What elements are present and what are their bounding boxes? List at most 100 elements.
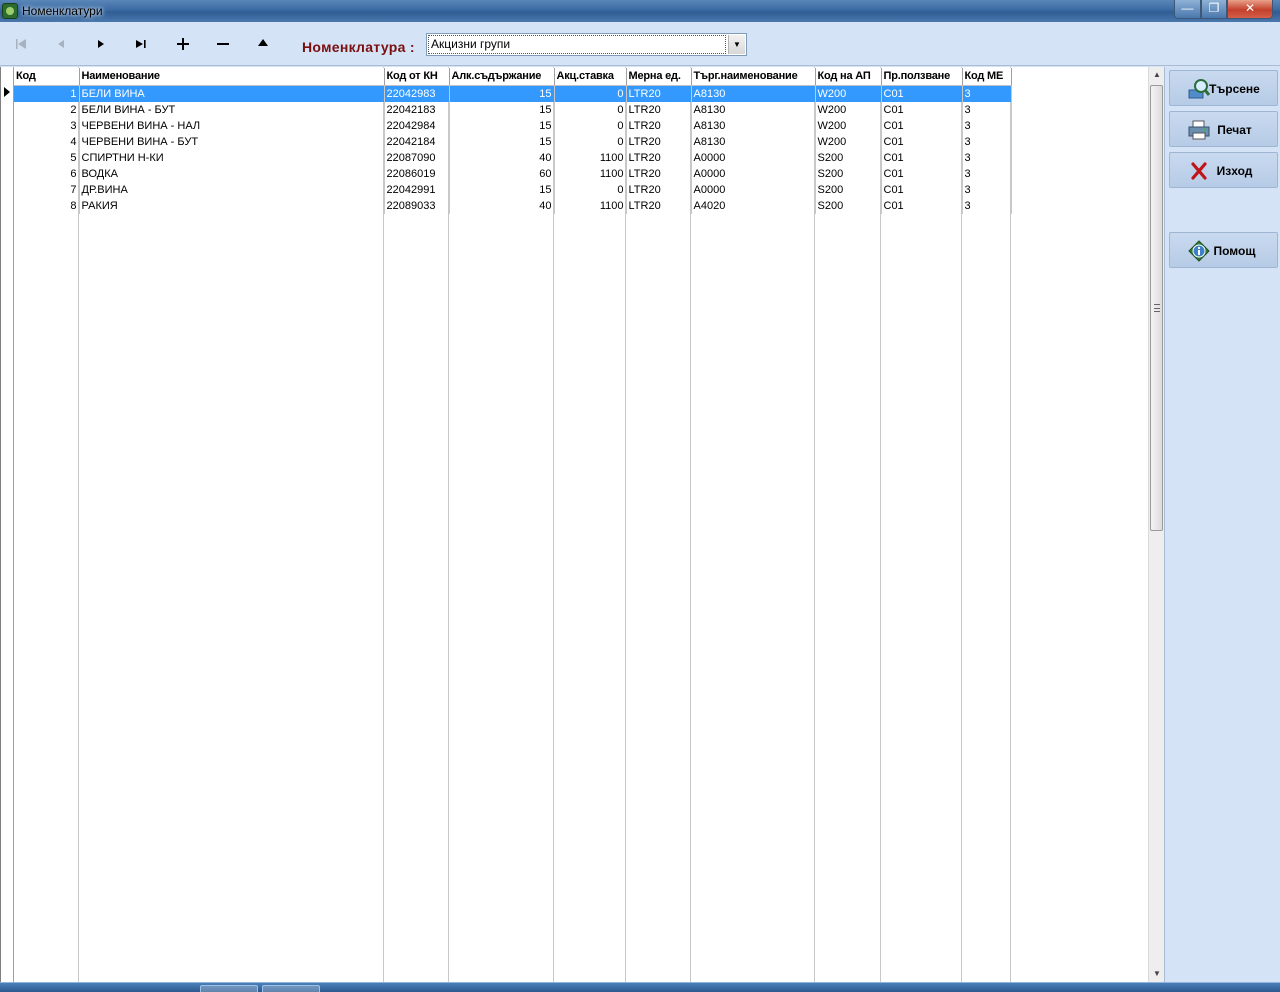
table-cell[interactable]: S200 (815, 165, 882, 182)
table-cell[interactable]: A8130 (691, 117, 816, 134)
help-button[interactable]: Помощ (1169, 232, 1278, 268)
table-cell[interactable]: LTR20 (626, 133, 692, 150)
table-cell[interactable]: 3 (962, 197, 1012, 214)
data-grid[interactable]: Код Наименование Код от КН Алк.съдържание Ак… (0, 67, 1148, 982)
table-cell[interactable]: 15 (449, 101, 555, 118)
table-cell[interactable]: 15 (449, 85, 555, 102)
table-cell[interactable]: LTR20 (626, 85, 692, 102)
table-cell[interactable]: LTR20 (626, 197, 692, 214)
table-cell[interactable]: 1100 (554, 165, 627, 182)
column-header[interactable]: Код МЕ (962, 68, 1012, 86)
table-cell[interactable]: A4020 (691, 197, 816, 214)
table-cell[interactable]: 0 (554, 181, 627, 198)
table-cell[interactable]: C01 (881, 197, 963, 214)
table-cell[interactable]: A8130 (691, 133, 816, 150)
table-cell[interactable]: C01 (881, 101, 963, 118)
table-cell[interactable]: 0 (554, 101, 627, 118)
table-cell[interactable]: 3 (962, 165, 1012, 182)
table-cell[interactable]: 3 (962, 117, 1012, 134)
column-header[interactable]: Код от КН (384, 68, 450, 86)
table-cell[interactable]: ЧЕРВЕНИ ВИНА - БУТ (79, 133, 385, 150)
table-cell[interactable]: C01 (881, 133, 963, 150)
table-cell[interactable]: 4 (14, 133, 80, 150)
table-cell[interactable]: 40 (449, 149, 555, 166)
delete-record-button[interactable] (208, 32, 238, 56)
table-cell[interactable]: LTR20 (626, 165, 692, 182)
table-cell[interactable]: W200 (815, 133, 882, 150)
table-cell[interactable]: 22042183 (384, 101, 450, 118)
table-cell[interactable]: A8130 (691, 101, 816, 118)
scroll-down-arrow-icon[interactable]: ▼ (1149, 966, 1165, 982)
table-cell[interactable]: C01 (881, 181, 963, 198)
table-cell[interactable]: A0000 (691, 181, 816, 198)
table-cell[interactable]: ДР.ВИНА (79, 181, 385, 198)
move-up-button[interactable] (248, 32, 278, 56)
column-header[interactable]: Код на АП (815, 68, 882, 86)
table-cell[interactable]: 0 (554, 133, 627, 150)
table-cell[interactable]: S200 (815, 181, 882, 198)
column-header[interactable]: Алк.съдържание (449, 68, 555, 86)
table-cell[interactable]: LTR20 (626, 181, 692, 198)
table-cell[interactable]: LTR20 (626, 149, 692, 166)
table-cell[interactable]: C01 (881, 117, 963, 134)
column-header[interactable]: Наименование (79, 68, 385, 86)
table-cell[interactable]: W200 (815, 117, 882, 134)
table-cell[interactable]: ЧЕРВЕНИ ВИНА - НАЛ (79, 117, 385, 134)
vertical-scrollbar[interactable]: ▲ ▼ (1148, 67, 1164, 982)
table-cell[interactable]: 22042991 (384, 181, 450, 198)
table-cell[interactable]: 15 (449, 133, 555, 150)
column-header[interactable]: Търг.наименование (691, 68, 816, 86)
table-cell[interactable]: 22087090 (384, 149, 450, 166)
column-header[interactable]: Код (14, 68, 80, 86)
scrollbar-thumb[interactable] (1150, 85, 1163, 531)
table-cell[interactable]: A0000 (691, 165, 816, 182)
table-cell[interactable]: LTR20 (626, 101, 692, 118)
table-cell[interactable]: 7 (14, 181, 80, 198)
table-row[interactable]: 6 ВОДКА 22086019 60 1100 LTR20 A0000 S200 C01 3 (14, 165, 1012, 182)
table-cell[interactable]: 22042983 (384, 85, 450, 102)
table-row[interactable]: 8 РАКИЯ 22089033 40 1100 LTR20 A4020 S200 C01 3 (14, 197, 1012, 214)
table-cell[interactable]: 15 (449, 117, 555, 134)
table-cell[interactable]: 6 (14, 165, 80, 182)
column-header[interactable]: Акц.ставка (554, 68, 627, 86)
table-cell[interactable]: A8130 (691, 85, 816, 102)
first-record-button[interactable] (6, 32, 36, 56)
search-button[interactable]: Търсене (1169, 70, 1278, 106)
table-cell[interactable]: 22042184 (384, 133, 450, 150)
prev-record-button[interactable] (46, 32, 76, 56)
table-cell[interactable]: 3 (962, 85, 1012, 102)
table-cell[interactable]: БЕЛИ ВИНА - БУТ (79, 101, 385, 118)
taskbar-item[interactable] (262, 985, 320, 992)
table-cell[interactable]: 3 (14, 117, 80, 134)
table-cell[interactable]: C01 (881, 85, 963, 102)
table-cell[interactable]: S200 (815, 197, 882, 214)
table-row[interactable]: 7 ДР.ВИНА 22042991 15 0 LTR20 A0000 S200 C01 3 (14, 181, 1012, 198)
table-cell[interactable]: 40 (449, 197, 555, 214)
table-cell[interactable]: S200 (815, 149, 882, 166)
table-cell[interactable]: 3 (962, 133, 1012, 150)
table-cell[interactable]: СПИРТНИ Н-КИ (79, 149, 385, 166)
table-cell[interactable]: 22042984 (384, 117, 450, 134)
table-cell[interactable]: БЕЛИ ВИНА (79, 85, 385, 102)
table-cell[interactable]: LTR20 (626, 117, 692, 134)
table-row[interactable]: 2 БЕЛИ ВИНА - БУТ 22042183 15 0 LTR20 A8130 W20… (14, 101, 1012, 118)
table-cell[interactable]: 1100 (554, 149, 627, 166)
table-cell[interactable]: C01 (881, 165, 963, 182)
table-cell[interactable]: 0 (554, 117, 627, 134)
table-cell[interactable]: 3 (962, 149, 1012, 166)
table-cell[interactable]: 60 (449, 165, 555, 182)
table-cell[interactable]: 1100 (554, 197, 627, 214)
next-record-button[interactable] (86, 32, 116, 56)
taskbar-item[interactable] (200, 985, 258, 992)
exit-button[interactable]: Изход (1169, 152, 1278, 188)
add-record-button[interactable] (168, 32, 198, 56)
table-cell[interactable]: 3 (962, 101, 1012, 118)
column-header[interactable]: Пр.ползване (881, 68, 963, 86)
print-button[interactable]: Печат (1169, 111, 1278, 147)
table-row[interactable]: 3 ЧЕРВЕНИ ВИНА - НАЛ 22042984 15 0 LTR20 A8130… (14, 117, 1012, 134)
chevron-down-icon[interactable]: ▼ (728, 35, 745, 54)
table-cell[interactable]: 8 (14, 197, 80, 214)
table-cell[interactable]: A0000 (691, 149, 816, 166)
table-cell[interactable]: 5 (14, 149, 80, 166)
maximize-button[interactable]: ❐ (1201, 0, 1227, 19)
